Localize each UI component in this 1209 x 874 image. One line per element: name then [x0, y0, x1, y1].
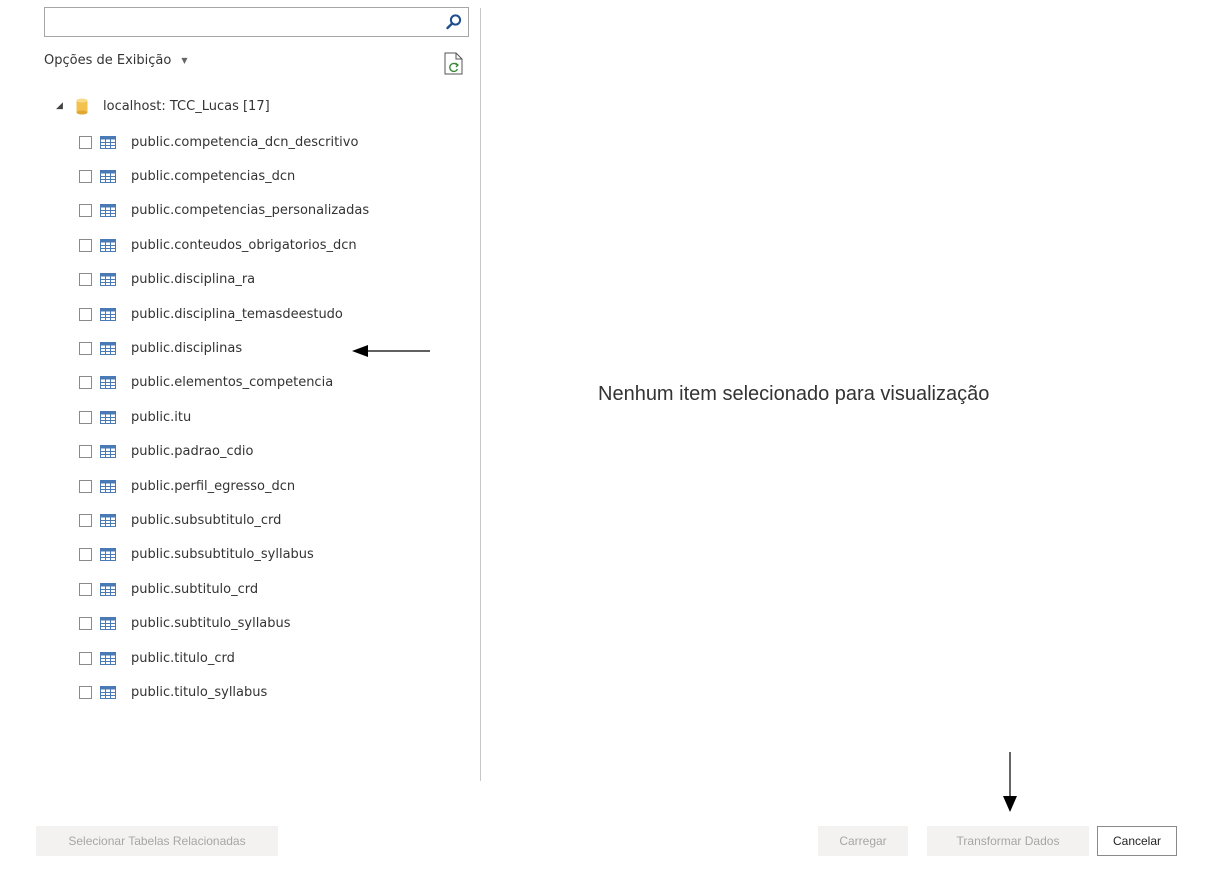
table-row[interactable]: public.subsubtitulo_crd: [79, 503, 369, 537]
transform-data-button[interactable]: Transformar Dados: [927, 826, 1089, 856]
table-checkbox[interactable]: [79, 376, 92, 390]
preview-empty-message: Nenhum item selecionado para visualizaçã…: [598, 383, 990, 405]
table-icon: [100, 479, 116, 493]
table-name: public.disciplina_ra: [131, 272, 256, 288]
search-icon[interactable]: [445, 13, 463, 31]
table-icon: [100, 445, 116, 459]
table-name: public.elementos_competencia: [131, 375, 334, 391]
table-checkbox[interactable]: [79, 204, 92, 218]
table-checkbox[interactable]: [79, 238, 92, 252]
table-row[interactable]: public.titulo_crd: [79, 641, 369, 675]
table-list: public.competencia_dcn_descritivo public…: [79, 125, 369, 710]
table-checkbox[interactable]: [79, 445, 92, 459]
select-related-tables-button[interactable]: Selecionar Tabelas Relacionadas: [36, 826, 278, 856]
table-row[interactable]: public.competencia_dcn_descritivo: [79, 125, 369, 159]
table-icon: [100, 273, 116, 287]
table-row[interactable]: public.itu: [79, 400, 369, 434]
table-name: public.competencias_dcn: [131, 169, 296, 185]
table-name: public.competencias_personalizadas: [131, 203, 370, 219]
table-name: public.disciplina_temasdeestudo: [131, 306, 343, 322]
table-row[interactable]: public.elementos_competencia: [79, 366, 369, 400]
table-name: public.padrao_cdio: [131, 444, 254, 460]
search-input[interactable]: [49, 9, 443, 37]
table-icon: [100, 307, 116, 321]
display-options-label: Opções de Exibição: [44, 53, 172, 68]
table-icon: [100, 238, 116, 252]
table-icon: [100, 376, 116, 390]
table-checkbox[interactable]: [79, 685, 92, 699]
table-row[interactable]: public.competencias_personalizadas: [79, 194, 369, 228]
table-icon: [100, 685, 116, 699]
table-checkbox[interactable]: [79, 513, 92, 527]
table-checkbox[interactable]: [79, 651, 92, 665]
table-name: public.itu: [131, 409, 192, 425]
table-icon: [100, 342, 116, 356]
table-checkbox[interactable]: [79, 273, 92, 287]
tree-root-label: localhost: TCC_Lucas [17]: [103, 98, 270, 114]
table-row[interactable]: public.subtitulo_syllabus: [79, 606, 369, 640]
table-icon: [100, 170, 116, 184]
cancel-button[interactable]: Cancelar: [1097, 826, 1177, 856]
table-icon: [100, 617, 116, 631]
table-row[interactable]: public.disciplina_ra: [79, 263, 369, 297]
table-icon: [100, 582, 116, 596]
table-name: public.subsubtitulo_crd: [131, 512, 282, 528]
load-button[interactable]: Carregar: [818, 826, 908, 856]
table-name: public.subtitulo_crd: [131, 581, 259, 597]
chevron-down-icon: ▼: [181, 56, 188, 65]
database-icon: [76, 98, 88, 114]
table-checkbox[interactable]: [79, 307, 92, 321]
table-checkbox[interactable]: [79, 548, 92, 562]
table-name: public.conteudos_obrigatorios_dcn: [131, 237, 357, 253]
table-icon: [100, 204, 116, 218]
pane-divider: [480, 8, 481, 781]
table-icon: [100, 135, 116, 149]
refresh-icon[interactable]: [443, 52, 465, 76]
display-options-dropdown[interactable]: Opções de Exibição ▼: [44, 53, 187, 68]
annotation-arrow-down-icon: [1003, 752, 1017, 812]
annotation-arrow-left-icon: [352, 345, 430, 357]
table-name: public.disciplinas: [131, 341, 243, 357]
table-icon: [100, 513, 116, 527]
table-row[interactable]: public.subsubtitulo_syllabus: [79, 538, 369, 572]
table-row[interactable]: public.disciplina_temasdeestudo: [79, 297, 369, 331]
table-checkbox[interactable]: [79, 479, 92, 493]
table-row[interactable]: public.competencias_dcn: [79, 159, 369, 193]
tree-root-node[interactable]: ◢ localhost: TCC_Lucas [17]: [56, 92, 270, 120]
table-checkbox[interactable]: [79, 135, 92, 149]
table-name: public.subtitulo_syllabus: [131, 616, 291, 632]
table-checkbox[interactable]: [79, 582, 92, 596]
table-name: public.titulo_syllabus: [131, 684, 268, 700]
table-name: public.subsubtitulo_syllabus: [131, 547, 314, 563]
table-row[interactable]: public.titulo_syllabus: [79, 675, 369, 709]
table-name: public.titulo_crd: [131, 650, 235, 666]
table-checkbox[interactable]: [79, 410, 92, 424]
table-row[interactable]: public.perfil_egresso_dcn: [79, 469, 369, 503]
table-icon: [100, 410, 116, 424]
table-name: public.competencia_dcn_descritivo: [131, 134, 359, 150]
search-box[interactable]: [44, 7, 469, 37]
table-name: public.perfil_egresso_dcn: [131, 478, 296, 494]
table-checkbox[interactable]: [79, 617, 92, 631]
table-icon: [100, 548, 116, 562]
expand-triangle-icon[interactable]: ◢: [56, 101, 70, 111]
table-icon: [100, 651, 116, 665]
table-checkbox[interactable]: [79, 342, 92, 356]
table-row[interactable]: public.disciplinas: [79, 331, 369, 365]
table-checkbox[interactable]: [79, 170, 92, 184]
table-row[interactable]: public.conteudos_obrigatorios_dcn: [79, 228, 369, 262]
table-row[interactable]: public.subtitulo_crd: [79, 572, 369, 606]
table-row[interactable]: public.padrao_cdio: [79, 435, 369, 469]
